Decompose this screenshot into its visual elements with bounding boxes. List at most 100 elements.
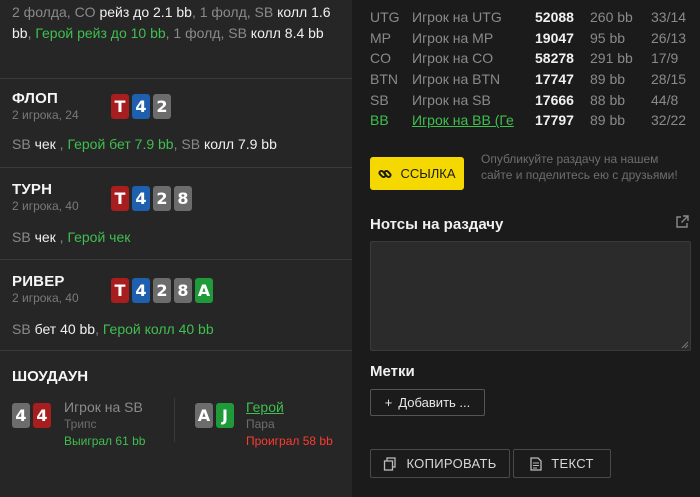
player-stack: 260 bb [590,9,633,25]
player-stats: 28/15 [651,71,687,88]
player-stats: 44/8 [651,91,679,108]
add-tag-button[interactable]: + Добавить ... [370,389,485,416]
hand-history-panel: 2 фолда, CO рейз до 2.1 bb, 1 фолд, SB к… [0,0,352,497]
player-stats: 32/22 [651,112,687,129]
turn-title: ТУРН [12,181,53,198]
info-panel: UTG Игрок на UTG 52088 260 bb 33/14 MP Игрок н… [352,0,700,497]
playing-card: J [216,403,234,428]
action-text: колл 7.9 bb [203,136,277,152]
action-text: SB [12,229,35,245]
action-text: колл 8.4 bb [250,25,324,41]
action-text: Герой рейз до 10 bb [35,25,166,41]
preflop-actions: 2 фолда, CO рейз до 2.1 bb, 1 фолд, SB к… [12,2,350,44]
player-stack: 89 bb [590,112,626,129]
river-players-pot: 2 игрока, 40 [12,291,79,305]
copy-button[interactable]: КОПИРОВАТЬ [370,449,510,478]
divider [0,167,352,168]
action-text: рейз до 2.1 bb [99,4,192,20]
link-icon [378,169,393,178]
copy-icon [384,456,397,471]
player-name: Игрок на CO [412,50,494,67]
playing-card: 8 [174,278,192,303]
playing-card: 4 [132,94,150,119]
player-position: SB [370,91,389,108]
action-text: Герой бет 7.9 bb [67,136,174,152]
player-id: 52088 [535,9,574,25]
text-button[interactable]: ТЕКСТ [513,449,611,478]
hero-lost: Проиграл 58 bb [246,434,333,448]
hero-name-link[interactable]: Герой [246,399,333,416]
player-name: Игрок на SB [412,91,491,108]
action-text: SB [12,321,35,337]
divider [0,78,352,79]
action-text: , 1 фолд, SB [165,25,251,41]
player-stats: 17/9 [651,50,679,67]
player-id: 17797 [535,112,574,129]
river-board: T428A [111,278,213,303]
divider [174,398,175,442]
hero-hole-cards: AJ [195,403,234,428]
playing-card: 4 [12,403,30,428]
playing-card: T [111,94,129,119]
divider [0,259,352,260]
resize-handle-icon[interactable] [681,341,689,349]
player-id: 17666 [535,91,574,108]
playing-card: A [195,278,213,303]
villain-won: Выиграл 61 bb [64,434,146,448]
playing-card: 2 [153,94,171,119]
villain-hand: Трипс [64,417,97,431]
hero-result: Герой Пара Проиграл 58 bb [246,399,333,450]
action-text: чек [34,136,56,152]
share-link-label: ССЫЛКА [400,166,456,181]
action-text: , 1 фолд, SB [191,4,278,20]
turn-actions: SB чек , Герой чек [12,228,130,246]
action-text: , SB [173,136,204,152]
flop-players-pot: 2 игрока, 24 [12,108,79,122]
player-stats: 33/14 [651,9,687,25]
add-tag-label: Добавить ... [398,395,471,410]
river-title: РИВЕР [12,273,65,290]
player-stack: 88 bb [590,91,626,108]
player-stack: 95 bb [590,29,626,46]
player-id: 19047 [535,29,574,46]
player-stack: 89 bb [590,71,626,88]
action-text: Герой [67,229,106,245]
playing-card: 4 [33,403,51,428]
notes-title: Нотсы на раздачу [370,216,504,233]
text-label: ТЕКСТ [551,456,594,471]
villain-hole-cards: 44 [12,403,51,428]
playing-card: 2 [153,278,171,303]
plus-icon: + [384,395,393,410]
external-link-icon[interactable] [675,215,689,229]
tags-title: Метки [370,363,415,380]
playing-card: 4 [132,278,150,303]
action-text: бет 40 bb [34,321,96,337]
player-name: Игрок на BTN [412,71,501,88]
playing-card: A [195,403,213,428]
share-hint: Опубликуйте раздачу на нашем сайте и под… [481,152,678,182]
river-actions: SB бет 40 bb, Герой колл 40 bb [12,320,214,338]
player-position: CO [370,50,391,67]
showdown-title: ШОУДАУН [12,368,89,385]
player-id: 58278 [535,50,574,67]
flop-title: ФЛОП [12,90,59,107]
player-position: BB [370,112,389,129]
player-position: MP [370,29,391,46]
player-stats: 26/13 [651,29,687,46]
action-text: 2 фолда, CO [12,4,100,20]
notes-textarea[interactable] [370,241,691,351]
share-link-button[interactable]: ССЫЛКА [370,157,464,190]
villain-result: Игрок на SB Трипс Выиграл 61 bb [64,399,145,450]
player-name[interactable]: Игрок на BB (Ге [412,112,520,128]
turn-players-pot: 2 игрока, 40 [12,199,79,213]
action-text: чек [34,229,56,245]
turn-board: T428 [111,186,192,211]
player-stack: 291 bb [590,50,633,67]
villain-name: Игрок на SB [64,399,143,415]
action-text: , [95,321,103,337]
hero-hand: Пара [246,417,275,431]
action-text: , [55,136,68,152]
player-position: BTN [370,71,398,88]
copy-label: КОПИРОВАТЬ [406,456,497,471]
divider [0,350,352,351]
